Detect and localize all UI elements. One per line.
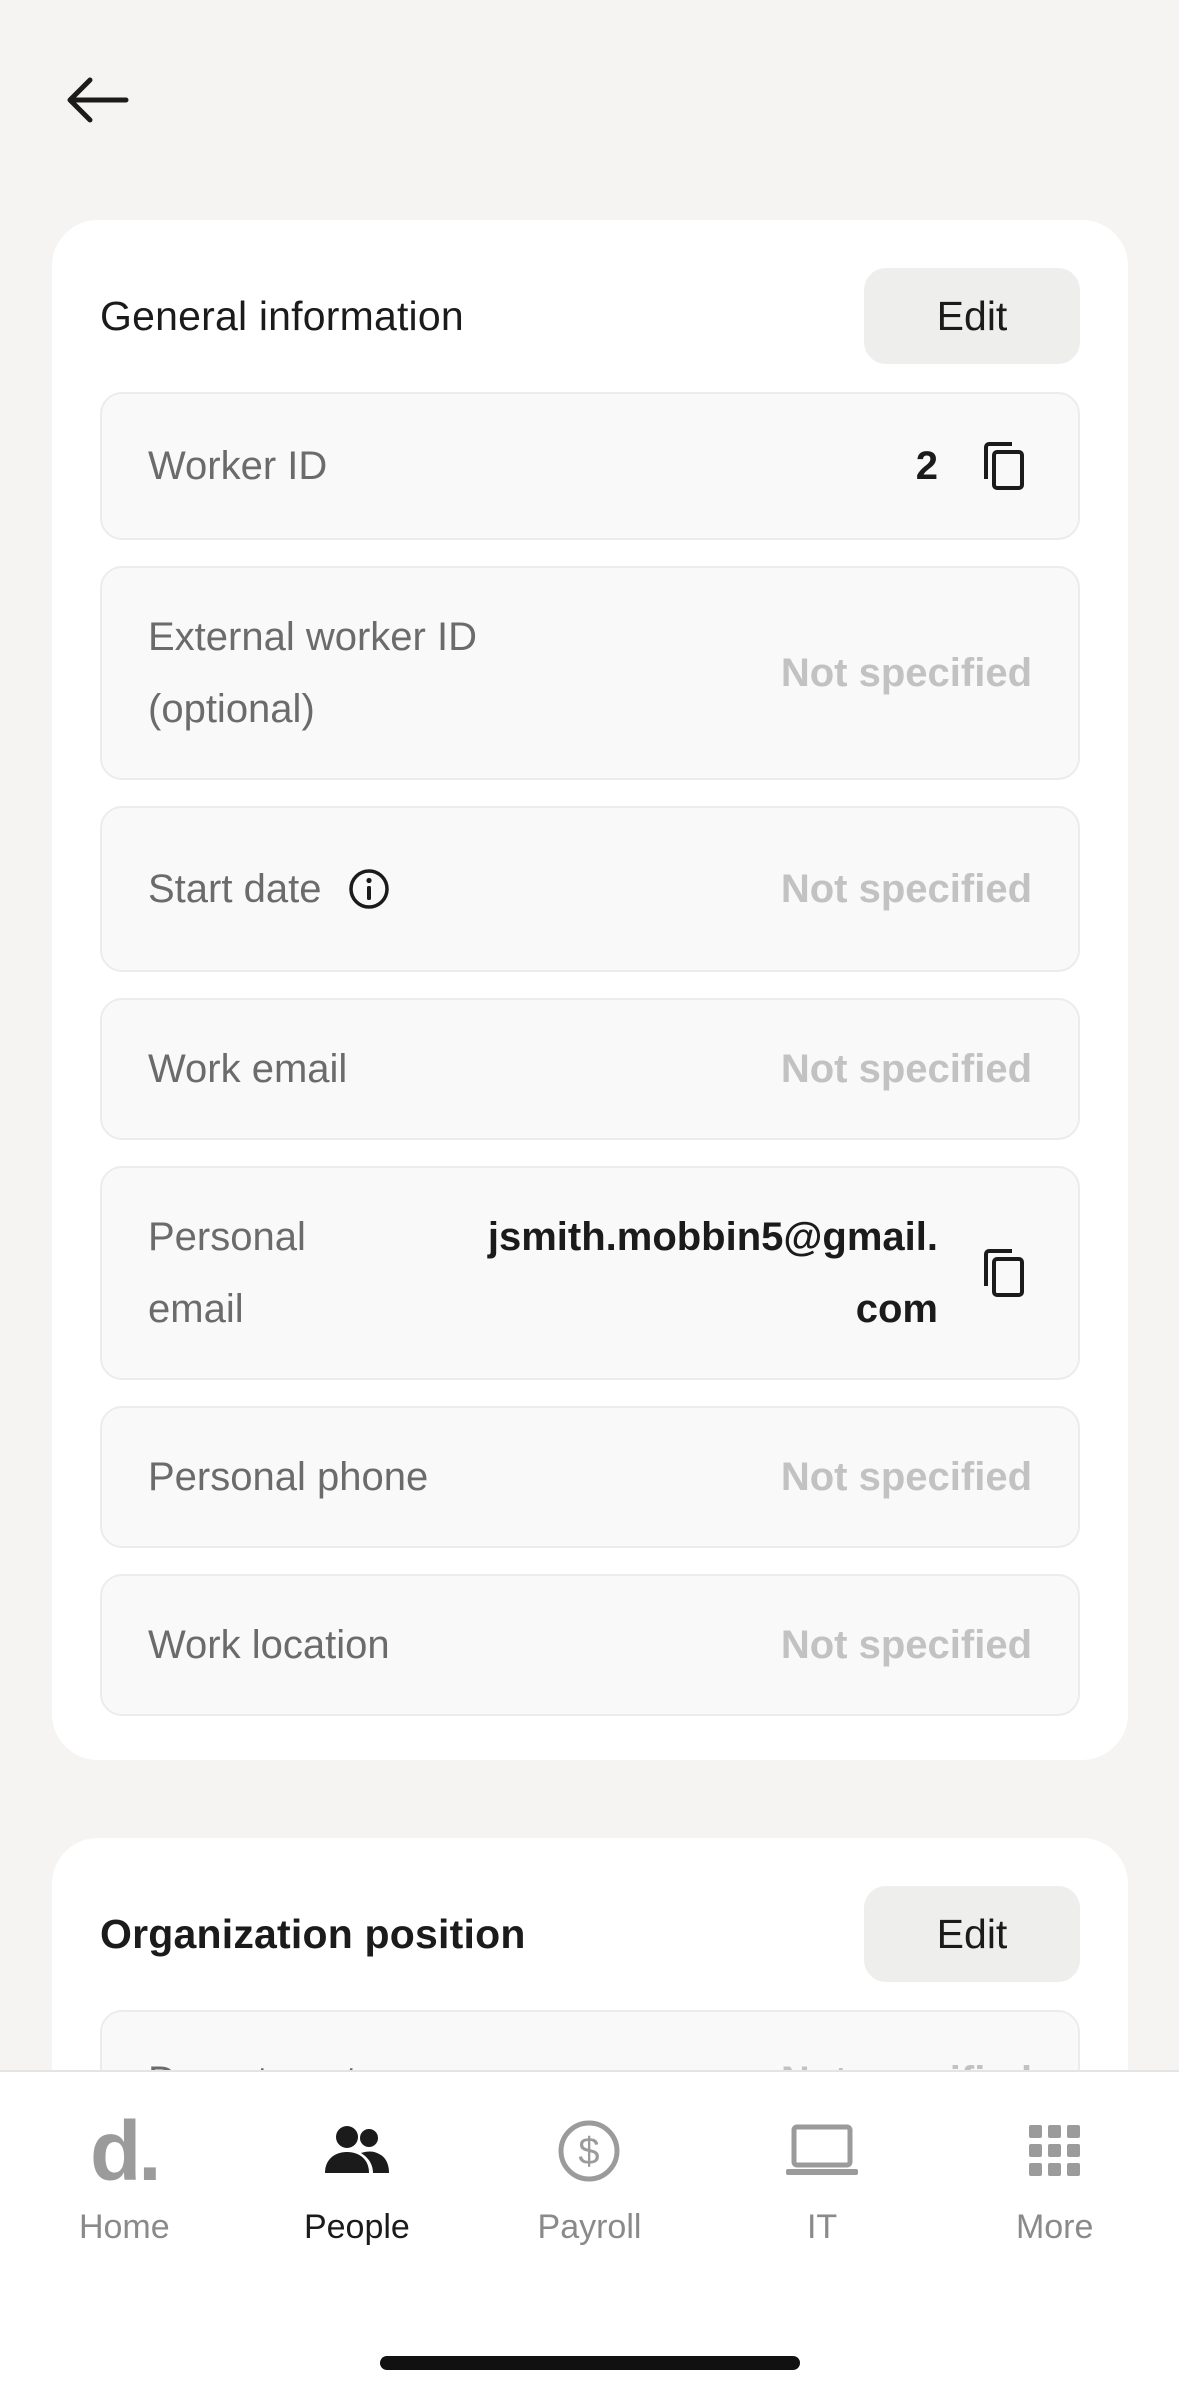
work-email-value: Not specified	[780, 1047, 1032, 1091]
work-location-row: Work location Not specified	[100, 1574, 1080, 1716]
personal-phone-row: Personal phone Not specified	[100, 1406, 1080, 1548]
back-button[interactable]	[62, 60, 152, 140]
dollar-circle-icon: $	[557, 2112, 621, 2190]
start-date-label: Start date	[148, 867, 322, 911]
tab-label: More	[1015, 2208, 1094, 2246]
personal-phone-value: Not specified	[780, 1455, 1032, 1499]
edit-organization-button[interactable]: Edit	[864, 1886, 1080, 1982]
laptop-icon	[784, 2112, 860, 2190]
home-indicator	[380, 2356, 800, 2370]
tab-it[interactable]: IT	[712, 2112, 932, 2247]
info-icon[interactable]	[347, 867, 391, 911]
work-location-value: Not specified	[780, 1623, 1032, 1667]
general-information-card: General information Edit Worker ID 2 Ext…	[52, 220, 1128, 1760]
external-worker-id-value: Not specified	[780, 651, 1032, 695]
tab-label: Payroll	[537, 2208, 642, 2246]
personal-email-value: jsmith.mobbin5@gmail.com	[487, 1215, 938, 1331]
personal-email-value-group: jsmith.mobbin5@gmail.com	[468, 1201, 1032, 1345]
logo-d-icon: d.	[89, 2104, 162, 2198]
tab-home[interactable]: d. Home	[14, 2104, 234, 2247]
copy-icon[interactable]	[976, 438, 1032, 494]
card-header: General information Edit	[100, 268, 1080, 364]
worker-id-value-group: 2	[916, 430, 1032, 502]
tab-payroll[interactable]: $ Payroll	[479, 2112, 699, 2247]
personal-phone-label: Personal phone	[148, 1455, 429, 1499]
arrow-left-icon	[67, 77, 129, 123]
external-worker-id-row: External worker ID (optional) Not specif…	[100, 566, 1080, 780]
worker-id-value: 2	[915, 444, 938, 488]
people-icon	[321, 2112, 393, 2190]
worker-id-row: Worker ID 2	[100, 392, 1080, 540]
personal-email-label: Personal email	[148, 1215, 306, 1331]
worker-id-label: Worker ID	[148, 444, 328, 488]
start-date-label-group: Start date	[148, 853, 391, 925]
card-title: Organization position	[100, 1910, 526, 1957]
work-email-row: Work email Not specified	[100, 998, 1080, 1140]
work-email-label: Work email	[148, 1047, 348, 1091]
tab-label: IT	[806, 2208, 838, 2246]
svg-text:$: $	[579, 2131, 600, 2173]
employee-profile-screen: General information Edit Worker ID 2 Ext…	[0, 0, 1179, 2396]
start-date-value: Not specified	[780, 867, 1032, 911]
tab-label: People	[303, 2208, 410, 2246]
work-location-label: Work location	[148, 1623, 390, 1667]
tab-label: Home	[78, 2208, 170, 2246]
field-list: Worker ID 2 External worker ID (optional…	[100, 392, 1080, 1716]
tab-more[interactable]: More	[945, 2112, 1165, 2247]
external-worker-id-label: External worker ID (optional)	[148, 615, 477, 731]
start-date-row: Start date Not specified	[100, 806, 1080, 972]
edit-general-button[interactable]: Edit	[864, 268, 1080, 364]
card-title: General information	[100, 292, 464, 339]
grid-icon	[1027, 2112, 1083, 2190]
card-header: Organization position Edit	[100, 1886, 1080, 1982]
copy-icon[interactable]	[976, 1245, 1032, 1301]
personal-email-row: Personal email jsmith.mobbin5@gmail.com	[100, 1166, 1080, 1380]
tab-people[interactable]: People	[247, 2112, 467, 2247]
bottom-tab-bar: d. Home People $ Payroll IT More	[0, 2070, 1179, 2396]
